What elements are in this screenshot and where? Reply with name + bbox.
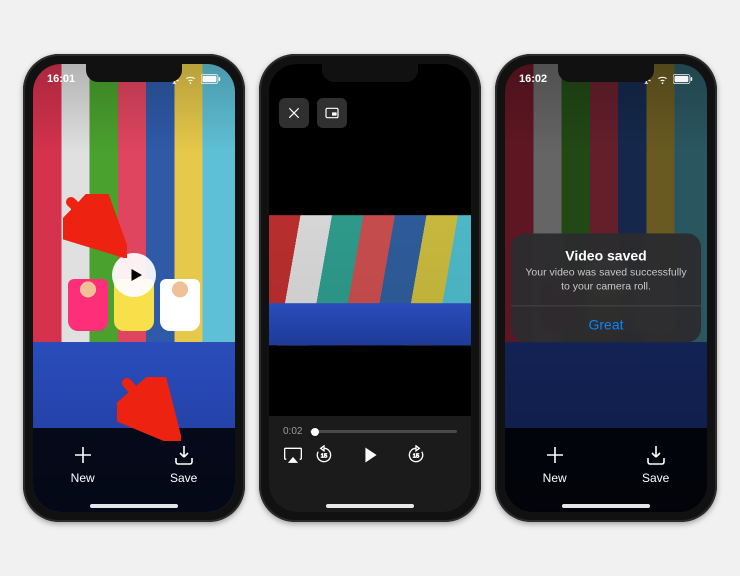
annotation-arrow-play (63, 194, 127, 263)
play-icon (127, 266, 145, 284)
player-top-bar (269, 94, 471, 132)
airplay-button[interactable] (283, 445, 303, 470)
notch (86, 64, 182, 82)
new-button[interactable]: New (543, 443, 567, 485)
player-play-button[interactable] (360, 445, 380, 470)
svg-text:15: 15 (413, 454, 419, 460)
close-button[interactable] (279, 98, 309, 128)
phone-1: 16:01 New (23, 54, 245, 522)
save-button[interactable]: Save (170, 443, 197, 485)
back-15-icon: 15 (314, 445, 334, 465)
phone-2: 0:02 15 15 (259, 54, 481, 522)
bottom-toolbar: New Save (505, 428, 707, 512)
wifi-icon (656, 74, 669, 85)
home-indicator[interactable] (326, 504, 414, 508)
new-label: New (71, 471, 95, 485)
scrub-thumb[interactable] (311, 428, 319, 436)
play-icon (360, 445, 380, 465)
battery-icon (673, 74, 693, 84)
save-label: Save (642, 471, 669, 485)
pip-button[interactable] (317, 98, 347, 128)
person-3 (160, 279, 200, 331)
video-frame (269, 215, 471, 345)
download-icon (644, 443, 668, 467)
notch (558, 64, 654, 82)
home-indicator[interactable] (90, 504, 178, 508)
close-icon (286, 105, 302, 121)
saved-alert: Video saved Your video was saved success… (511, 233, 701, 342)
new-label: New (543, 471, 567, 485)
phone-row: 16:01 New (23, 54, 717, 522)
screen-3: 16:02 Video saved Your video was saved s… (505, 64, 707, 512)
player-controls: 0:02 15 15 (269, 416, 471, 512)
alert-message: Your video was saved successfully to you… (511, 265, 701, 305)
screen-2: 0:02 15 15 (269, 64, 471, 512)
alert-title: Video saved (511, 233, 701, 265)
elapsed-time: 0:02 (283, 426, 302, 437)
plus-icon (543, 443, 567, 467)
scrubber[interactable]: 0:02 (283, 426, 457, 437)
status-time: 16:01 (47, 73, 75, 85)
forward-15-button[interactable]: 15 (406, 445, 426, 470)
battery-icon (201, 74, 221, 84)
save-label: Save (170, 471, 197, 485)
annotation-arrow-save (117, 377, 181, 446)
download-icon (172, 443, 196, 467)
new-button[interactable]: New (71, 443, 95, 485)
scrub-track[interactable] (310, 430, 457, 433)
pip-icon (324, 105, 340, 121)
notch (322, 64, 418, 82)
home-indicator[interactable] (562, 504, 650, 508)
save-button[interactable]: Save (642, 443, 669, 485)
airplay-icon (283, 445, 303, 465)
screen-1: 16:01 New (33, 64, 235, 512)
alert-confirm-button[interactable]: Great (511, 307, 701, 343)
status-time: 16:02 (519, 73, 547, 85)
phone-3: 16:02 Video saved Your video was saved s… (495, 54, 717, 522)
video-player-view[interactable] (269, 215, 471, 345)
transport-controls: 15 15 (283, 445, 457, 470)
person-1 (68, 279, 108, 331)
back-15-button[interactable]: 15 (314, 445, 334, 470)
forward-15-icon: 15 (406, 445, 426, 465)
wifi-icon (184, 74, 197, 85)
svg-text:15: 15 (321, 454, 327, 460)
plus-icon (71, 443, 95, 467)
